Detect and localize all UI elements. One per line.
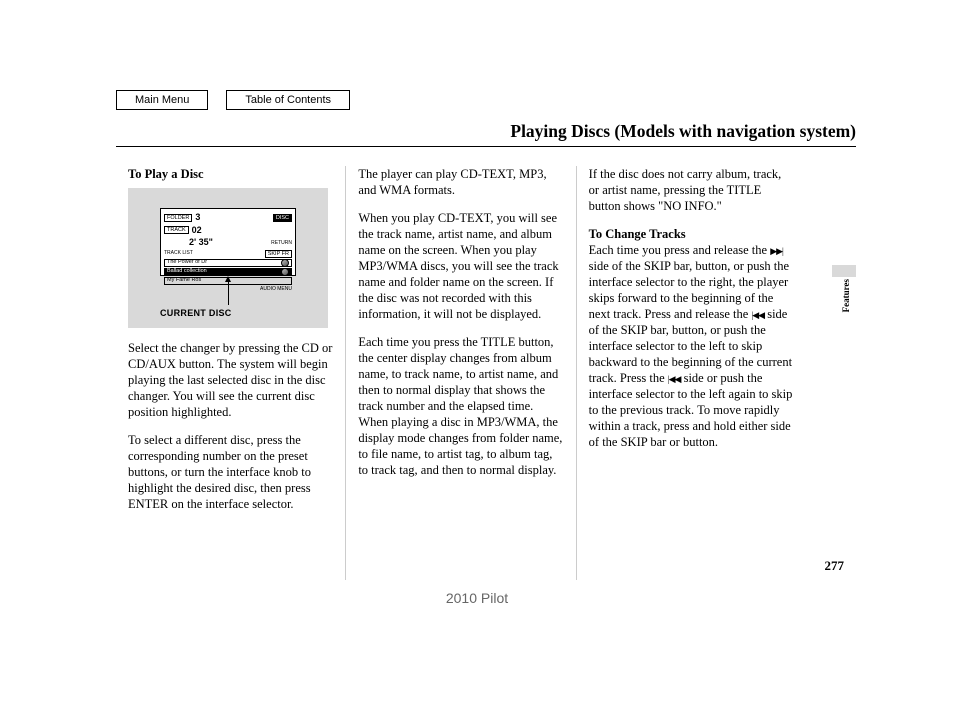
heading-play-disc: To Play a Disc xyxy=(128,166,333,182)
col3-p2: To Change Tracks Each time you press and… xyxy=(589,226,794,450)
btn-skip-fr: SKIP FR xyxy=(265,250,292,258)
column-1: To Play a Disc FOLDER 3 DISC TRACK 02 xyxy=(116,166,346,580)
badge-disc: DISC xyxy=(273,214,292,222)
col3-p1: If the disc does not carry album, track,… xyxy=(589,166,794,214)
col2-p3: Each time you press the TITLE button, th… xyxy=(358,334,563,478)
tab-label: Features xyxy=(841,279,853,312)
song-row-2-selected: Ballad collection xyxy=(164,268,292,276)
badge-track: TRACK xyxy=(164,226,189,234)
heading-change-tracks: To Change Tracks xyxy=(589,227,686,241)
callout-arrow-icon xyxy=(225,276,231,282)
screen-diagram: FOLDER 3 DISC TRACK 02 2' 35" RETURN xyxy=(128,188,328,328)
col2-p1: The player can play CD-TEXT, MP3, and WM… xyxy=(358,166,563,198)
knob-icon xyxy=(281,259,289,267)
footer-model-year: 2010 Pilot xyxy=(0,590,954,608)
page-number: 277 xyxy=(825,558,845,575)
main-menu-button[interactable]: Main Menu xyxy=(116,90,208,110)
page-title: Playing Discs (Models with navigation sy… xyxy=(116,120,856,147)
callout-line xyxy=(228,281,229,305)
column-3: If the disc does not carry album, track,… xyxy=(577,166,806,580)
skip-back-icon: |◀◀ xyxy=(668,375,681,384)
badge-folder: FOLDER xyxy=(164,214,192,222)
tab-marker xyxy=(832,265,856,277)
skip-back-icon: |◀◀ xyxy=(751,311,764,320)
track-number: 02 xyxy=(192,225,202,237)
column-2: The player can play CD-TEXT, MP3, and WM… xyxy=(346,166,576,580)
manual-page: Main Menu Table of Contents Playing Disc… xyxy=(0,0,954,710)
col1-p2: To select a different disc, press the co… xyxy=(128,432,333,512)
content-columns: To Play a Disc FOLDER 3 DISC TRACK 02 xyxy=(116,166,806,580)
col1-p1: Select the changer by pressing the CD or… xyxy=(128,340,333,420)
label-track-list: TRACK LIST xyxy=(164,250,193,256)
song-row-1: The Power of Dr xyxy=(164,259,292,267)
disc-number: 3 xyxy=(195,212,200,224)
col2-p2: When you play CD-TEXT, you will see the … xyxy=(358,210,563,322)
diagram-caption: CURRENT DISC xyxy=(160,308,232,320)
elapsed-time: 2' 35" xyxy=(189,237,213,249)
skip-forward-icon: ▶▶| xyxy=(770,247,783,256)
section-tab: Features xyxy=(832,265,856,323)
toc-button[interactable]: Table of Contents xyxy=(226,90,350,110)
label-return: RETURN xyxy=(271,240,292,246)
diagram-screen: FOLDER 3 DISC TRACK 02 2' 35" RETURN xyxy=(160,208,296,276)
knob-icon xyxy=(281,268,289,276)
top-nav: Main Menu Table of Contents xyxy=(116,90,350,110)
